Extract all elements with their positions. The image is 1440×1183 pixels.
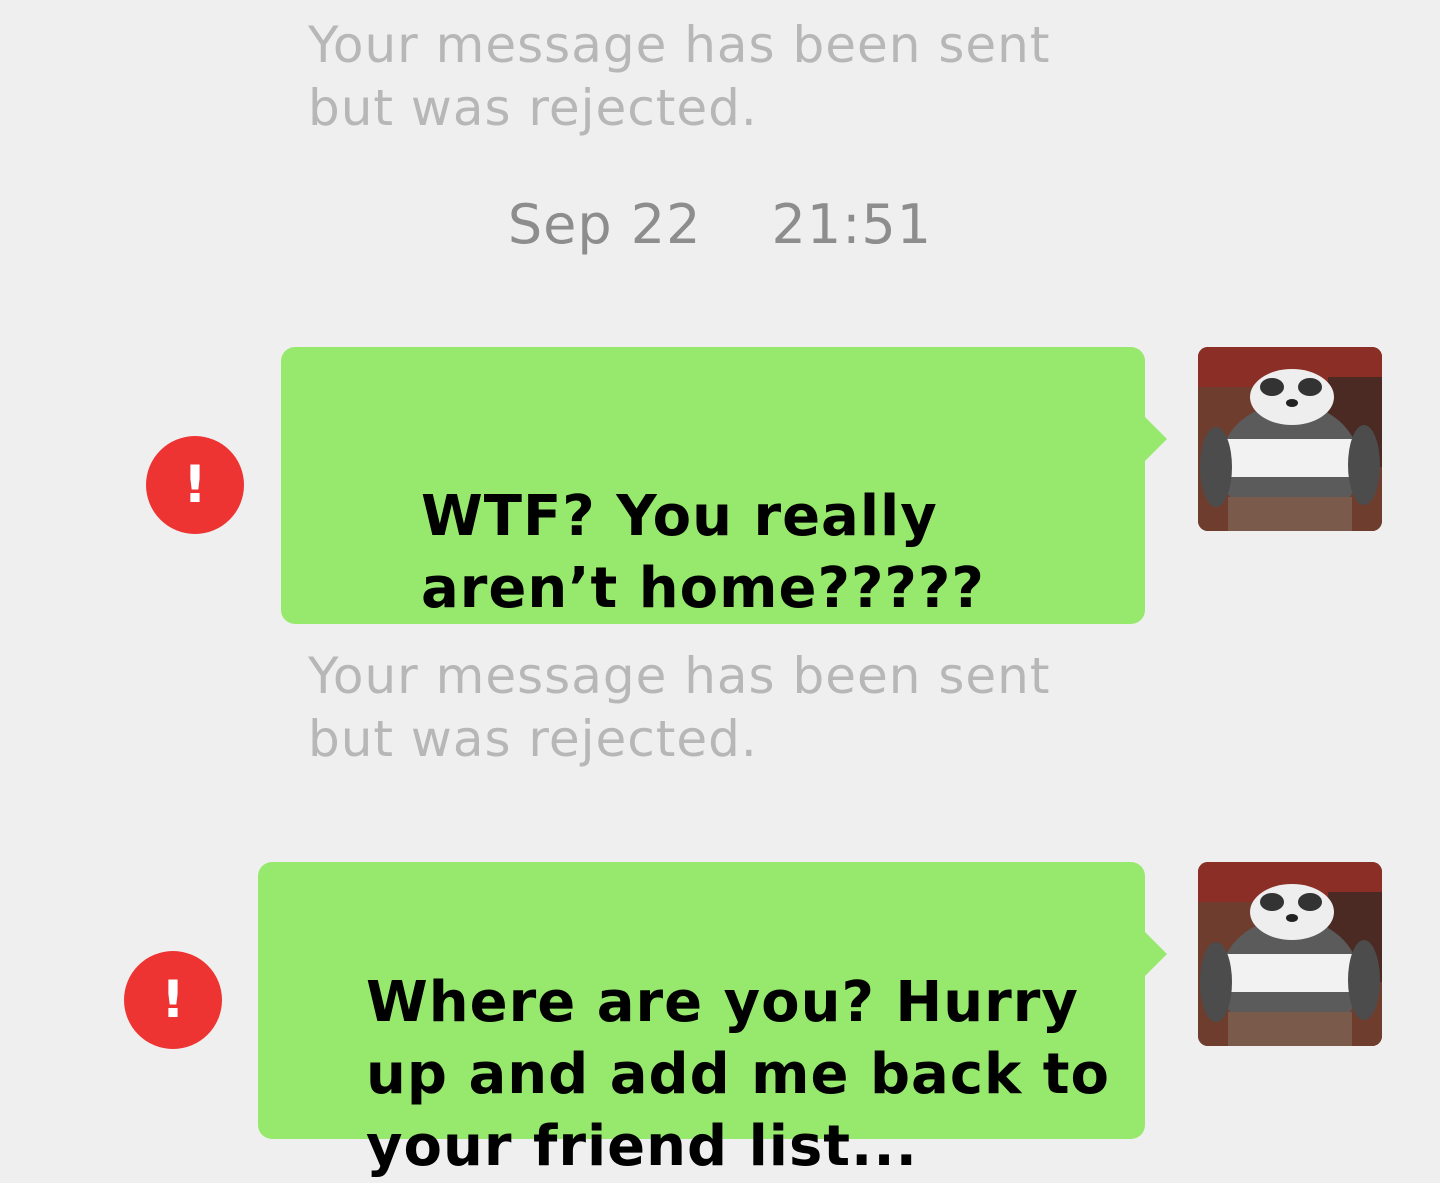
message-bubble[interactable]: WTF? You really aren’t home?????	[281, 347, 1167, 624]
timestamp: Sep 22 21:51	[0, 190, 1440, 260]
bubble-tail	[1145, 417, 1167, 461]
message-failed-icon[interactable]: !	[124, 951, 222, 1049]
message-failed-icon[interactable]: !	[146, 436, 244, 534]
panda-avatar-icon	[1198, 347, 1382, 531]
timestamp-time: 21:51	[771, 193, 933, 256]
panda-avatar-icon	[1198, 862, 1382, 1046]
timestamp-date: Sep 22	[507, 193, 702, 256]
avatar[interactable]	[1198, 862, 1382, 1046]
rejected-notice: Your message has been sent but was rejec…	[308, 647, 1051, 768]
avatar[interactable]	[1198, 347, 1382, 531]
message-text: Where are you? Hurry up and add me back …	[366, 970, 1111, 1179]
message-bubble[interactable]: Where are you? Hurry up and add me back …	[258, 862, 1167, 1179]
bubble-tail	[1145, 932, 1167, 976]
message-text: WTF? You really aren’t home?????	[421, 484, 985, 621]
rejected-notice: Your message has been sent but was rejec…	[308, 16, 1051, 137]
